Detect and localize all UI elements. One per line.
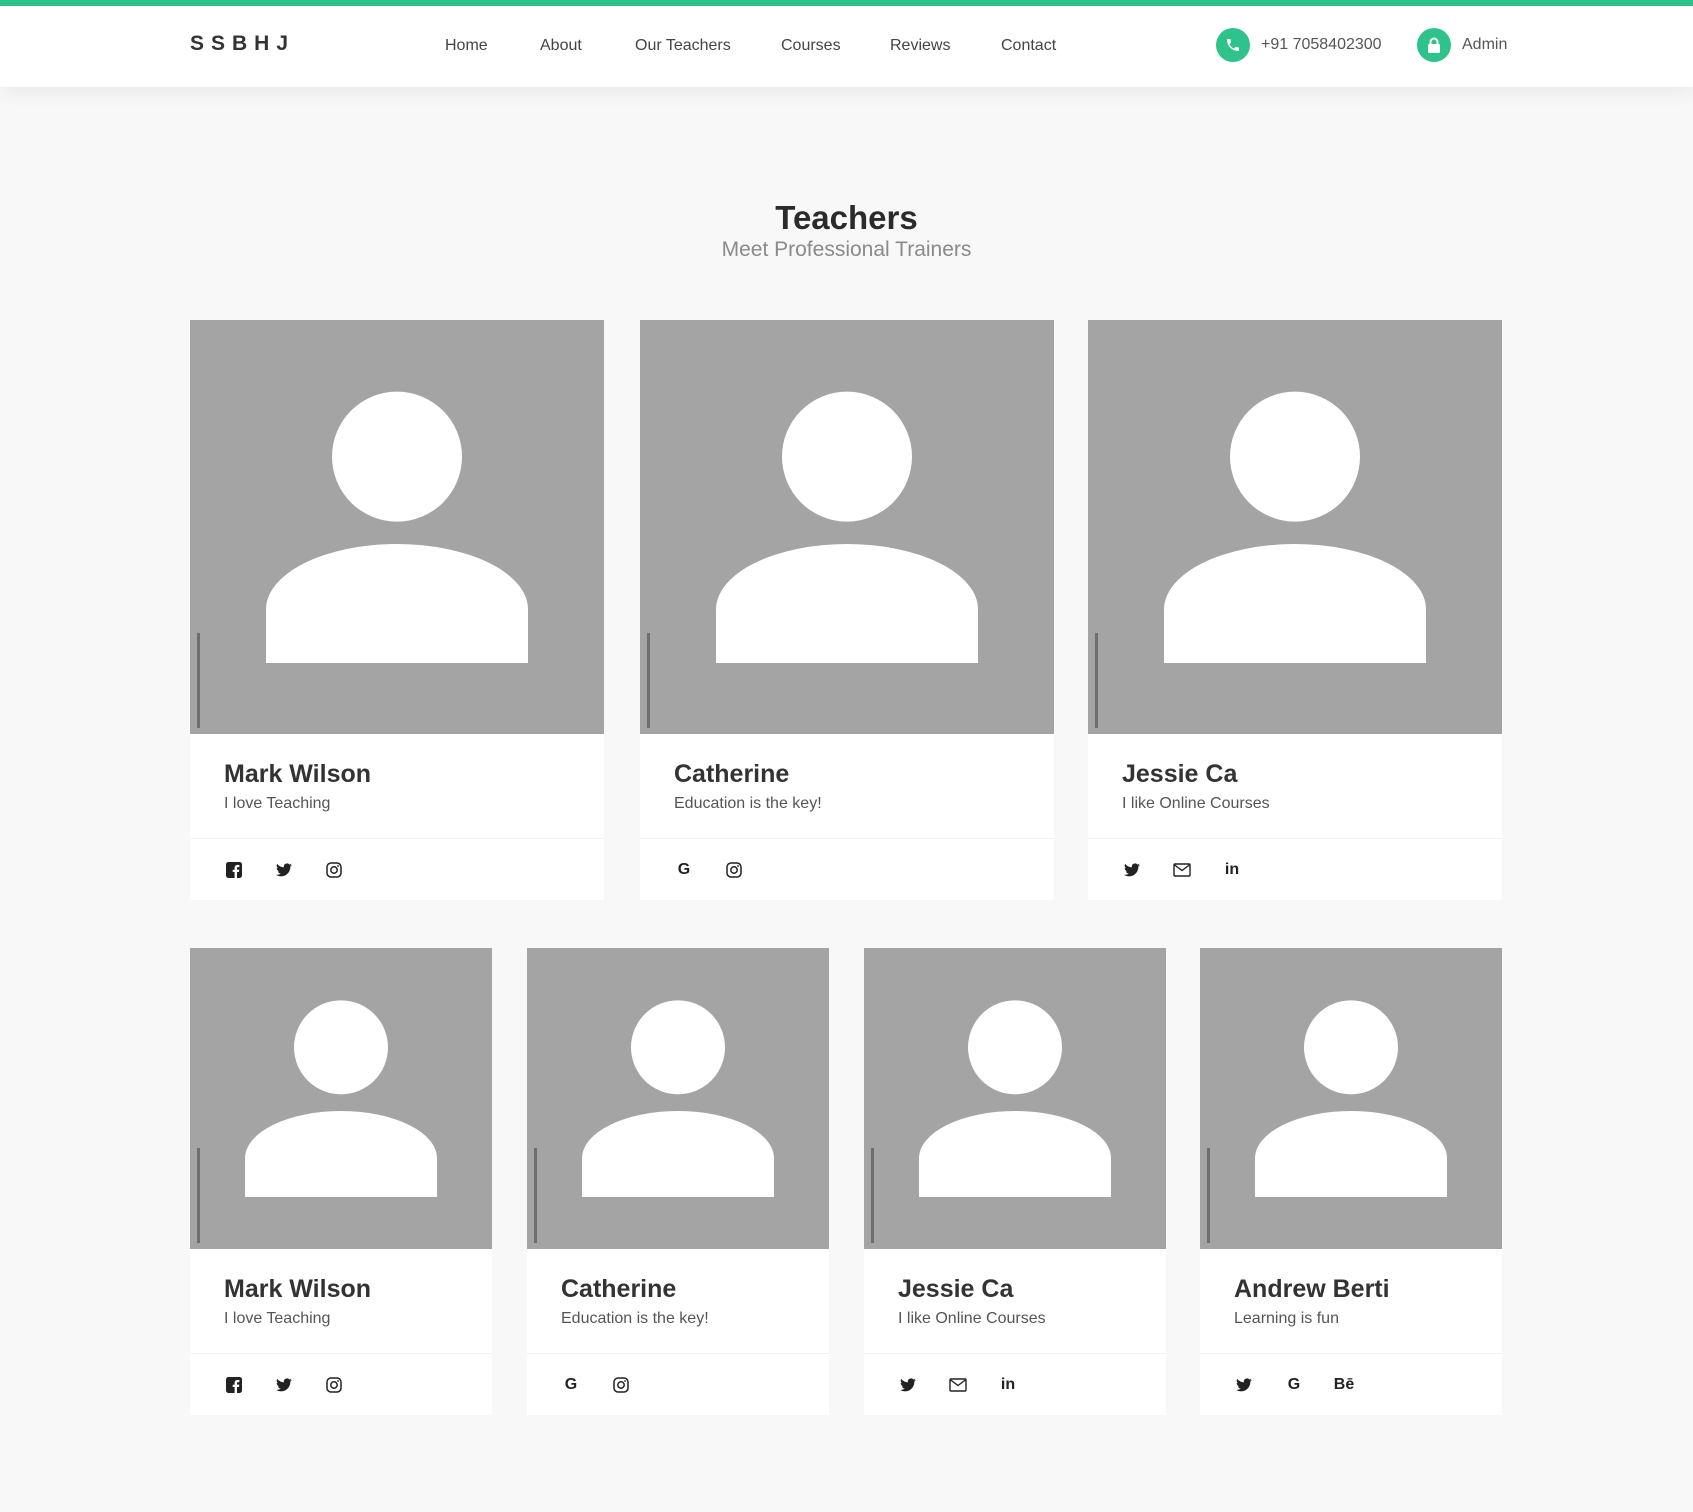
avatar-silhouette-icon bbox=[245, 1000, 437, 1197]
social-links: in bbox=[1088, 838, 1502, 900]
teacher-photo-placeholder bbox=[190, 948, 492, 1249]
avatar-silhouette-icon bbox=[716, 391, 978, 663]
teacher-name: Catherine bbox=[674, 760, 790, 788]
teacher-name: Jessie Ca bbox=[898, 1275, 1014, 1303]
twitter-icon[interactable] bbox=[1122, 860, 1142, 880]
teacher-photo-placeholder bbox=[640, 320, 1054, 734]
teacher-photo-placeholder bbox=[190, 320, 604, 734]
teacher-info: Catherine Education is the key! bbox=[640, 734, 1054, 838]
lock-icon bbox=[1417, 28, 1451, 62]
google-icon[interactable]: G bbox=[674, 860, 694, 880]
teacher-photo-placeholder bbox=[1200, 948, 1502, 1249]
teacher-description: I like Online Courses bbox=[1122, 795, 1270, 812]
twitter-icon[interactable] bbox=[274, 860, 294, 880]
teacher-description: I love Teaching bbox=[224, 1310, 331, 1327]
teacher-name: Mark Wilson bbox=[224, 760, 372, 788]
teacher-photo-placeholder bbox=[864, 948, 1166, 1249]
social-links: G Bē bbox=[1200, 1353, 1502, 1415]
nav-courses[interactable]: Courses bbox=[781, 37, 841, 55]
google-icon[interactable]: G bbox=[1284, 1375, 1304, 1395]
social-links: G bbox=[640, 838, 1054, 900]
behance-icon[interactable]: Bē bbox=[1334, 1375, 1354, 1395]
teacher-info: Mark Wilson I love Teaching bbox=[190, 1249, 492, 1353]
nav-about[interactable]: About bbox=[540, 37, 582, 55]
teacher-photo-placeholder bbox=[1088, 320, 1502, 734]
facebook-icon[interactable] bbox=[224, 1375, 244, 1395]
teacher-info: Mark Wilson I love Teaching bbox=[190, 734, 604, 838]
instagram-icon[interactable] bbox=[324, 860, 344, 880]
nav-home[interactable]: Home bbox=[445, 37, 488, 55]
teacher-name: Jessie Ca bbox=[1122, 760, 1238, 788]
stock-watermark bbox=[1092, 633, 1102, 728]
teacher-name: Mark Wilson bbox=[224, 1275, 372, 1303]
teacher-card: Jessie Ca I like Online Courses in bbox=[864, 948, 1166, 1415]
admin-link[interactable]: Admin bbox=[1417, 28, 1507, 62]
teacher-description: I like Online Courses bbox=[898, 1310, 1046, 1327]
teacher-info: Catherine Education is the key! bbox=[527, 1249, 829, 1353]
teacher-description: Education is the key! bbox=[674, 795, 822, 812]
stock-watermark bbox=[868, 1148, 878, 1243]
avatar-silhouette-icon bbox=[1164, 391, 1426, 663]
avatar-silhouette-icon bbox=[582, 1000, 774, 1197]
teacher-description: I love Teaching bbox=[224, 795, 331, 812]
site-header: SSBHJ Home About Our Teachers Courses Re… bbox=[0, 6, 1693, 87]
section-title: Teachers bbox=[775, 199, 918, 236]
teacher-card: Catherine Education is the key! G bbox=[527, 948, 829, 1415]
teacher-card: Andrew Berti Learning is fun G Bē bbox=[1200, 948, 1502, 1415]
linkedin-icon[interactable]: in bbox=[998, 1375, 1018, 1395]
teacher-description: Learning is fun bbox=[1234, 1310, 1339, 1327]
site-logo[interactable]: SSBHJ bbox=[190, 32, 295, 56]
stock-watermark bbox=[194, 1148, 204, 1243]
social-links bbox=[190, 1353, 492, 1415]
instagram-icon[interactable] bbox=[724, 860, 744, 880]
section-subtitle: Meet Professional Trainers bbox=[721, 238, 972, 261]
admin-label: Admin bbox=[1462, 36, 1508, 53]
teacher-card: Jessie Ca I like Online Courses in bbox=[1088, 320, 1502, 900]
mail-icon[interactable] bbox=[948, 1375, 968, 1395]
twitter-icon[interactable] bbox=[274, 1375, 294, 1395]
stock-watermark bbox=[531, 1148, 541, 1243]
nav-our-teachers[interactable]: Our Teachers bbox=[635, 37, 731, 55]
stock-watermark bbox=[194, 633, 204, 728]
stock-watermark bbox=[1204, 1148, 1214, 1243]
facebook-icon[interactable] bbox=[224, 860, 244, 880]
mail-icon[interactable] bbox=[1172, 860, 1192, 880]
twitter-icon[interactable] bbox=[1234, 1375, 1254, 1395]
avatar-silhouette-icon bbox=[1255, 1000, 1447, 1197]
teacher-card: Mark Wilson I love Teaching bbox=[190, 320, 604, 900]
teacher-description: Education is the key! bbox=[561, 1310, 709, 1327]
nav-contact[interactable]: Contact bbox=[1001, 37, 1056, 55]
teacher-info: Jessie Ca I like Online Courses bbox=[1088, 734, 1502, 838]
instagram-icon[interactable] bbox=[324, 1375, 344, 1395]
social-links bbox=[190, 838, 604, 900]
teacher-name: Catherine bbox=[561, 1275, 677, 1303]
social-links: G bbox=[527, 1353, 829, 1415]
nav-reviews[interactable]: Reviews bbox=[890, 37, 950, 55]
phone-contact[interactable]: +91 7058402300 bbox=[1216, 28, 1382, 62]
linkedin-icon[interactable]: in bbox=[1222, 860, 1242, 880]
avatar-silhouette-icon bbox=[266, 391, 528, 663]
phone-number: +91 7058402300 bbox=[1261, 36, 1382, 53]
teacher-card: Catherine Education is the key! G bbox=[640, 320, 1054, 900]
teacher-photo-placeholder bbox=[527, 948, 829, 1249]
twitter-icon[interactable] bbox=[898, 1375, 918, 1395]
teacher-info: Andrew Berti Learning is fun bbox=[1200, 1249, 1502, 1353]
phone-icon bbox=[1216, 28, 1250, 62]
instagram-icon[interactable] bbox=[611, 1375, 631, 1395]
google-icon[interactable]: G bbox=[561, 1375, 581, 1395]
teacher-name: Andrew Berti bbox=[1234, 1275, 1390, 1303]
stock-watermark bbox=[644, 633, 654, 728]
social-links: in bbox=[864, 1353, 1166, 1415]
teacher-card: Mark Wilson I love Teaching bbox=[190, 948, 492, 1415]
teacher-info: Jessie Ca I like Online Courses bbox=[864, 1249, 1166, 1353]
avatar-silhouette-icon bbox=[919, 1000, 1111, 1197]
